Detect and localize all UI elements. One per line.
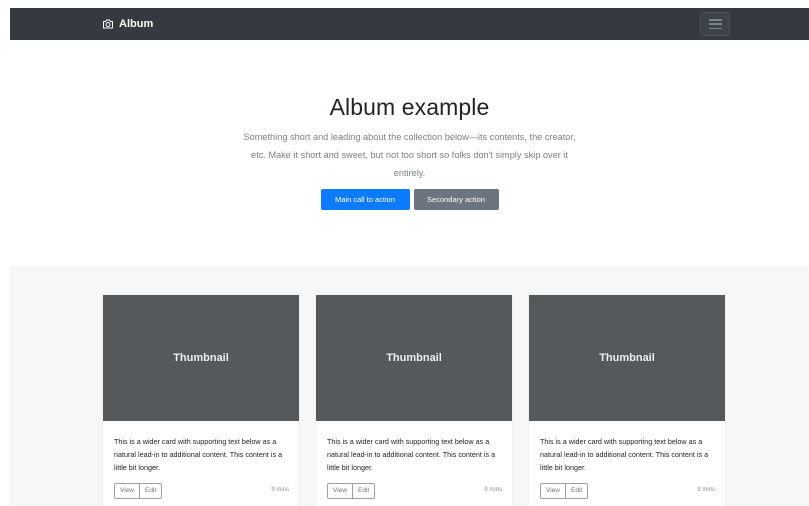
card-thumbnail: Thumbnail bbox=[103, 295, 299, 421]
brand-label: Album bbox=[119, 18, 154, 30]
card-button-group: View Edit bbox=[327, 483, 376, 499]
secondary-action-button[interactable]: Secondary action bbox=[413, 189, 499, 210]
page-title: Album example bbox=[329, 94, 490, 120]
card-button-group: View Edit bbox=[114, 483, 163, 499]
page: Album Album example Something short and … bbox=[0, 0, 809, 506]
jumbotron: Album example Something short and leadin… bbox=[10, 40, 809, 266]
card-text: This is a wider card with supporting tex… bbox=[114, 437, 283, 472]
album-card: Thumbnail This is a wider card with supp… bbox=[103, 295, 299, 506]
brand-link[interactable]: Album bbox=[102, 16, 153, 32]
card-text: This is a wider card with supporting tex… bbox=[540, 437, 709, 472]
edit-button[interactable]: Edit bbox=[565, 483, 589, 499]
camera-icon bbox=[103, 19, 113, 29]
card-time-label: 9 mins bbox=[271, 487, 289, 493]
card-text: This is a wider card with supporting tex… bbox=[327, 437, 496, 472]
edit-button[interactable]: Edit bbox=[352, 483, 376, 499]
card-button-group: View Edit bbox=[540, 483, 589, 499]
card-time-label: 9 mins bbox=[697, 487, 715, 493]
navbar-toggler-button[interactable] bbox=[700, 12, 730, 36]
card-time-label: 9 mins bbox=[484, 487, 502, 493]
hero-lead-text: Something short and leading about the co… bbox=[243, 132, 576, 178]
album-card: Thumbnail This is a wider card with supp… bbox=[316, 295, 512, 506]
main-call-to-action-button[interactable]: Main call to action bbox=[320, 189, 410, 210]
album-card: Thumbnail This is a wider card with supp… bbox=[529, 295, 725, 506]
hero-button-group: Main call to action Secondary action bbox=[10, 189, 809, 210]
album-section: Thumbnail This is a wider card with supp… bbox=[10, 266, 809, 506]
card-thumbnail: Thumbnail bbox=[529, 295, 725, 421]
navbar: Album bbox=[10, 8, 809, 40]
edit-button[interactable]: Edit bbox=[139, 483, 163, 499]
hamburger-menu-icon bbox=[708, 19, 722, 29]
view-button[interactable]: View bbox=[327, 483, 353, 499]
card-thumbnail: Thumbnail bbox=[316, 295, 512, 421]
view-button[interactable]: View bbox=[114, 483, 140, 499]
view-button[interactable]: View bbox=[540, 483, 566, 499]
